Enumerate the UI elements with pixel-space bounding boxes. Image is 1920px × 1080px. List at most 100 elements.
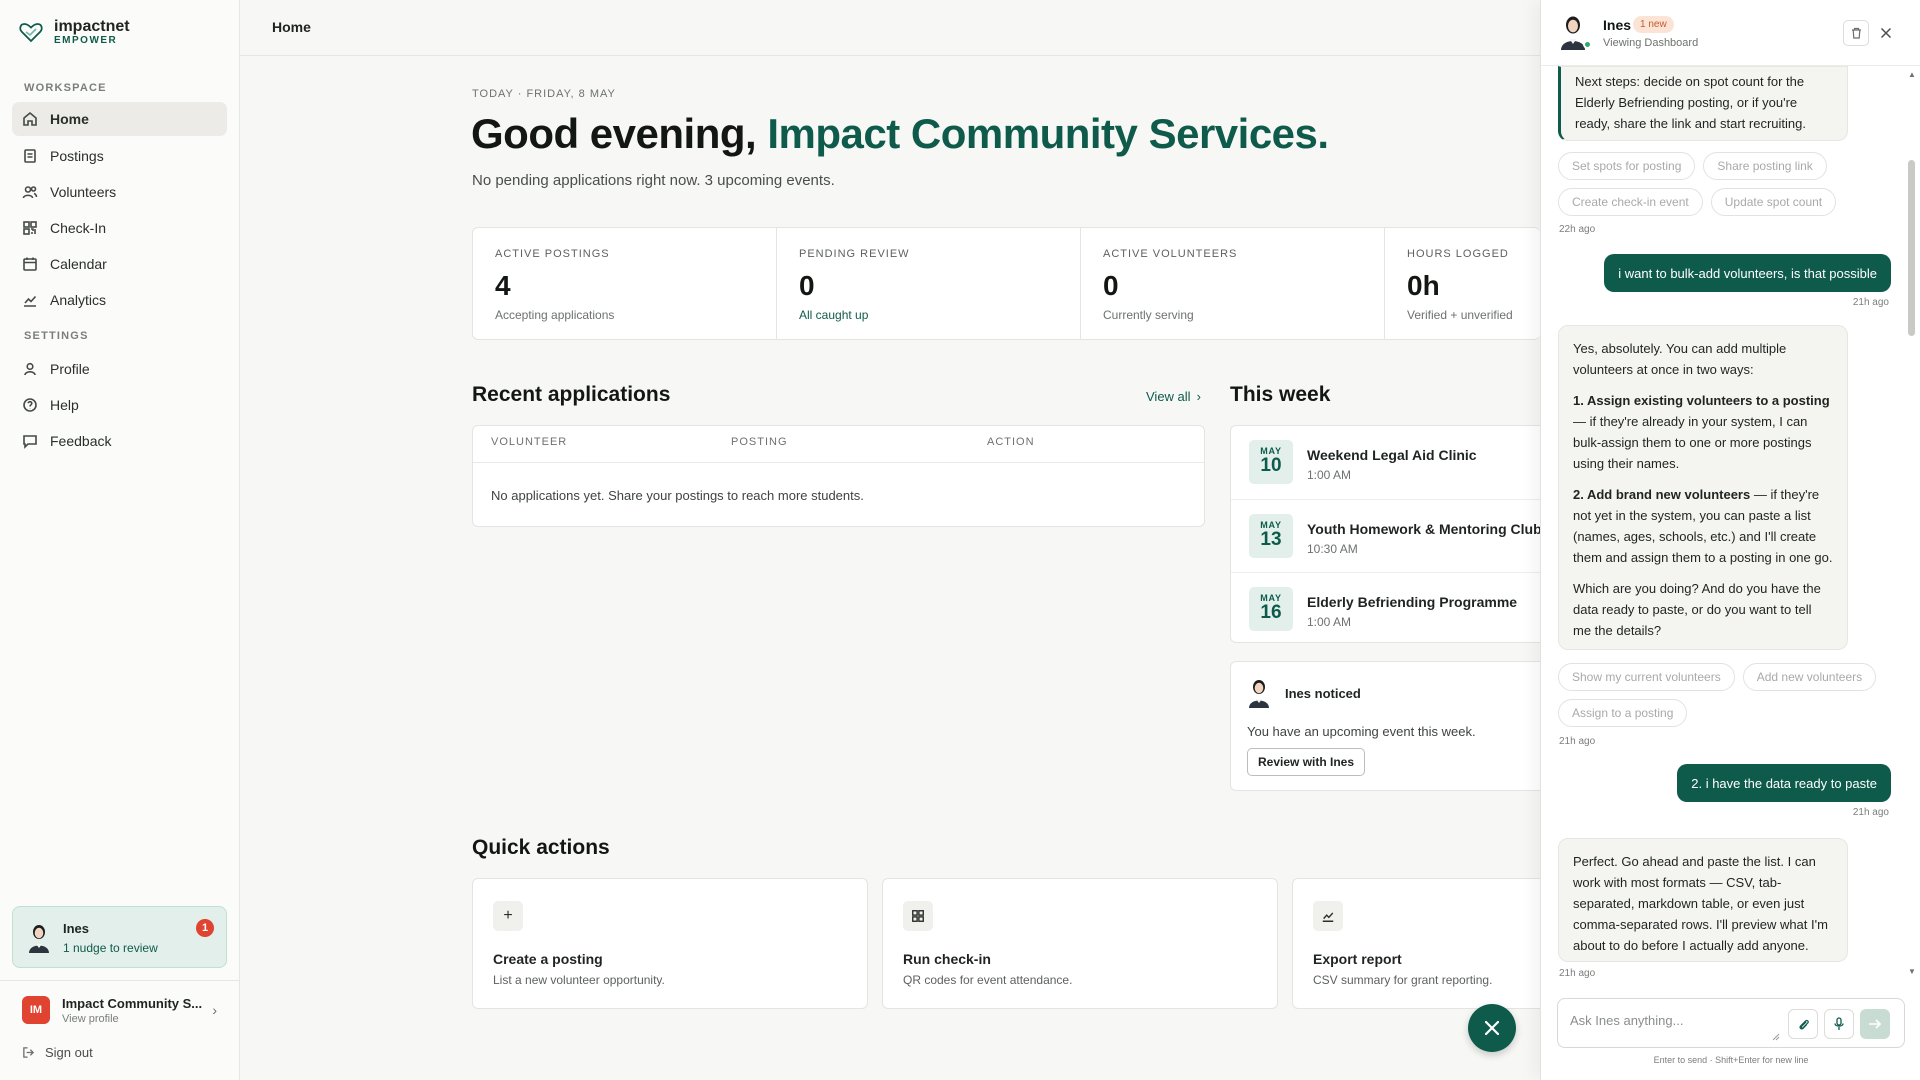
sidebar-item-volunteers[interactable]: Volunteers: [12, 175, 227, 209]
qr-icon: [23, 221, 37, 235]
clear-chat-button[interactable]: [1843, 20, 1869, 46]
event-day: 10: [1260, 455, 1282, 476]
stat-label: HOURS LOGGED: [1407, 248, 1509, 260]
stat-value: 0h: [1407, 270, 1440, 301]
scroll-down-arrow-icon[interactable]: ▼: [1908, 967, 1916, 976]
sidebar-item-help[interactable]: Help: [12, 388, 227, 422]
breadcrumb: Home: [272, 19, 311, 35]
quick-action-create-posting[interactable]: + Create a posting List a new volunteer …: [472, 878, 868, 1009]
org-profile-row[interactable]: IM Impact Community S... View profile ›: [12, 990, 227, 1030]
sidebar-item-label: Help: [50, 397, 79, 413]
noticed-title: Ines noticed: [1285, 686, 1361, 701]
sidebar-item-check-in[interactable]: Check-In: [12, 211, 227, 245]
stat-active-volunteers[interactable]: ACTIVE VOLUNTEERS 0 Currently serving: [1081, 228, 1385, 339]
message-timestamp: 22h ago: [1559, 224, 1596, 235]
sign-out-button[interactable]: Sign out: [22, 1045, 93, 1060]
stat-subtitle: Verified + unverified: [1407, 308, 1513, 322]
recent-applications-title: Recent applications: [472, 383, 671, 406]
sign-out-icon: [23, 1047, 35, 1058]
suggestion-chip[interactable]: Show my current volunteers: [1558, 663, 1735, 691]
stat-value: 4: [495, 270, 511, 301]
stat-subtitle: Currently serving: [1103, 308, 1194, 322]
ines-nudge-card[interactable]: Ines 1 nudge to review 1: [12, 906, 227, 968]
noticed-message: You have an upcoming event this week.: [1247, 724, 1476, 739]
sidebar-item-analytics[interactable]: Analytics: [12, 283, 227, 317]
suggestion-chip[interactable]: Set spots for posting: [1558, 152, 1696, 180]
quick-action-run-check-in[interactable]: Run check-in QR codes for event attendan…: [882, 878, 1278, 1009]
nudge-name: Ines: [63, 921, 90, 936]
assistant-panel: Ines 1 new Viewing Dashboard Next steps:…: [1540, 0, 1920, 1080]
event-date: MAY 10: [1249, 440, 1293, 484]
message-text: i want to bulk-add volunteers, is that p…: [1618, 265, 1877, 281]
event-date: MAY 13: [1249, 514, 1293, 558]
sidebar-item-calendar[interactable]: Calendar: [12, 247, 227, 281]
sidebar-item-label: Analytics: [50, 292, 107, 308]
suggestion-chip[interactable]: Add new volunteers: [1742, 663, 1877, 691]
date-eyebrow: TODAY · FRIDAY, 8 MAY: [472, 88, 616, 100]
page-title: Good evening, Impact Community Services.: [471, 110, 1329, 158]
plus-icon: +: [493, 901, 523, 931]
event-time: 1:00 AM: [1307, 615, 1352, 629]
sidebar-item-home[interactable]: Home: [12, 102, 227, 136]
empty-state-message: No applications yet. Share your postings…: [491, 488, 864, 503]
document-icon: [24, 149, 36, 163]
stat-hours-logged[interactable]: HOURS LOGGED 0h Verified + unverified: [1385, 228, 1540, 339]
close-panel-button[interactable]: [1873, 20, 1899, 46]
quick-action-export-report[interactable]: Export report CSV summary for grant repo…: [1292, 878, 1540, 1009]
stat-subtitle: All caught up: [799, 308, 869, 322]
event-item[interactable]: MAY 13 Youth Homework & Mentoring Club 1…: [1231, 499, 1542, 572]
nudge-count-badge: 1: [196, 919, 214, 937]
stats-row: ACTIVE POSTINGS 4 Accepting applications…: [472, 227, 1540, 340]
send-button[interactable]: [1860, 1009, 1890, 1039]
chevron-right-icon: ›: [1196, 389, 1201, 404]
sidebar: impactnet EMPOWER WORKSPACE Home Posting…: [0, 0, 240, 1080]
sidebar-item-feedback[interactable]: Feedback: [12, 424, 227, 458]
assistant-status: Viewing Dashboard: [1603, 37, 1699, 49]
chat-scrollbar[interactable]: ▲ ▼: [1908, 70, 1916, 980]
suggestion-chip[interactable]: Assign to a posting: [1558, 699, 1688, 727]
sidebar-item-label: Calendar: [50, 256, 107, 272]
chat-messages: Next steps: decide on spot count for the…: [1541, 66, 1920, 982]
quick-actions-title: Quick actions: [472, 836, 610, 859]
suggestion-chips: Show my current volunteers Add new volun…: [1558, 663, 1888, 727]
message-text: Yes, absolutely. You can add multiple vo…: [1573, 341, 1787, 377]
event-item[interactable]: MAY 16 Elderly Befriending Programme 1:0…: [1231, 572, 1541, 645]
resize-handle-icon[interactable]: [1772, 1033, 1780, 1041]
scroll-up-arrow-icon[interactable]: ▲: [1908, 70, 1916, 79]
message-timestamp: 21h ago: [1559, 736, 1596, 747]
close-assistant-fab[interactable]: [1468, 1004, 1516, 1052]
chat-composer: [1557, 998, 1905, 1048]
quick-action-title: Run check-in: [903, 951, 991, 967]
review-with-ines-button[interactable]: Review with Ines: [1247, 748, 1366, 776]
suggestion-chip[interactable]: Create check-in event: [1558, 188, 1703, 216]
attach-button[interactable]: [1788, 1009, 1818, 1039]
stat-subtitle: Accepting applications: [495, 308, 615, 322]
event-time: 1:00 AM: [1307, 468, 1352, 482]
sidebar-item-label: Feedback: [50, 433, 112, 449]
help-icon: [23, 398, 37, 412]
status-summary: No pending applications right now. 3 upc…: [472, 172, 835, 189]
settings-section-label: SETTINGS: [24, 330, 89, 342]
chat-input[interactable]: [1570, 1013, 1770, 1028]
message-timestamp: 21h ago: [1559, 968, 1596, 979]
sidebar-item-postings[interactable]: Postings: [12, 139, 227, 173]
suggestion-chips: Set spots for posting Share posting link…: [1558, 152, 1888, 216]
sidebar-item-label: Profile: [50, 361, 90, 377]
suggestion-chip[interactable]: Update spot count: [1710, 188, 1837, 216]
scroll-thumb[interactable]: [1908, 160, 1915, 336]
this-week-title: This week: [1230, 383, 1331, 406]
stat-label: ACTIVE VOLUNTEERS: [1103, 248, 1238, 260]
assistant-header: Ines 1 new Viewing Dashboard: [1541, 0, 1920, 66]
sidebar-item-label: Volunteers: [50, 184, 117, 200]
brand-name: impactnet: [54, 18, 130, 35]
voice-input-button[interactable]: [1824, 1009, 1854, 1039]
sidebar-item-profile[interactable]: Profile: [12, 352, 227, 386]
stat-active-postings[interactable]: ACTIVE POSTINGS 4 Accepting applications: [473, 228, 777, 339]
event-item[interactable]: MAY 10 Weekend Legal Aid Clinic 1:00 AM: [1231, 426, 1541, 499]
suggestion-chip[interactable]: Share posting link: [1703, 152, 1827, 180]
view-all-link[interactable]: View all ›: [1146, 389, 1201, 404]
message-text: Which are you doing? And do you have the…: [1573, 581, 1821, 638]
stat-pending-review[interactable]: PENDING REVIEW 0 All caught up: [777, 228, 1081, 339]
brand[interactable]: impactnet EMPOWER: [18, 18, 130, 46]
chevron-right-icon: ›: [212, 1002, 217, 1018]
